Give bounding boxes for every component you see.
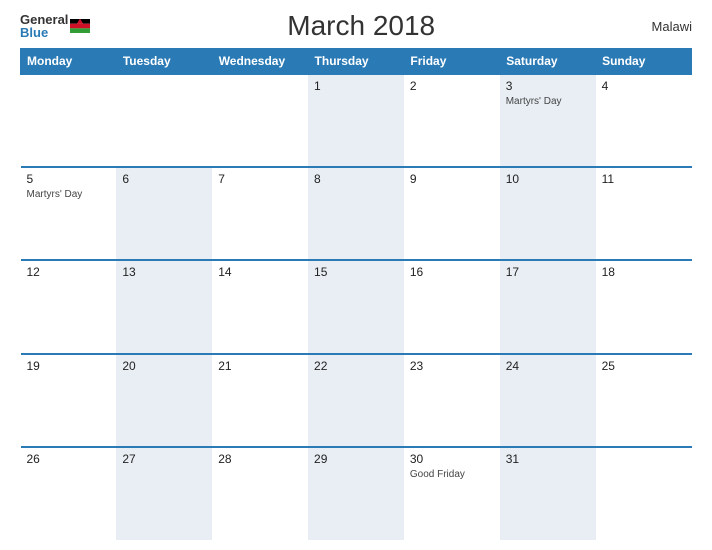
calendar-cell: 10	[500, 167, 596, 260]
calendar-cell: 4	[596, 74, 692, 167]
cell-date-number: 7	[218, 172, 302, 186]
cell-date-number: 1	[314, 79, 398, 93]
logo: General Blue	[20, 13, 90, 39]
calendar-cell: 17	[500, 260, 596, 353]
cell-date-number: 18	[602, 265, 686, 279]
cell-date-number: 4	[602, 79, 686, 93]
calendar-week-5: 26 27 28 29 30 Good Friday 31	[21, 447, 692, 540]
calendar-cell: 2	[404, 74, 500, 167]
day-header-thursday: Thursday	[308, 49, 404, 75]
cell-date-number: 29	[314, 452, 398, 466]
cell-date-number: 12	[27, 265, 111, 279]
day-header-wednesday: Wednesday	[212, 49, 308, 75]
calendar-cell: 3 Martyrs' Day	[500, 74, 596, 167]
cell-date-number: 25	[602, 359, 686, 373]
country-name: Malawi	[632, 19, 692, 34]
calendar-table: MondayTuesdayWednesdayThursdayFridaySatu…	[20, 48, 692, 540]
calendar-cell: 27	[116, 447, 212, 540]
cell-date-number: 26	[27, 452, 111, 466]
calendar-week-2: 5 Martyrs' Day 6789 10 11	[21, 167, 692, 260]
calendar-cell: 20	[116, 354, 212, 447]
cell-date-number: 10	[506, 172, 590, 186]
cell-date-number: 11	[602, 172, 686, 186]
logo-blue-text: Blue	[20, 26, 68, 39]
calendar-cell: 28	[212, 447, 308, 540]
calendar-cell: 6	[116, 167, 212, 260]
calendar-cell: 5 Martyrs' Day	[21, 167, 117, 260]
cell-date-number: 2	[410, 79, 494, 93]
calendar-cell: 23	[404, 354, 500, 447]
cell-date-number: 30	[410, 452, 494, 466]
day-header-saturday: Saturday	[500, 49, 596, 75]
calendar-week-1: 123 Martyrs' Day 4	[21, 74, 692, 167]
cell-date-number: 28	[218, 452, 302, 466]
calendar-cell	[212, 74, 308, 167]
calendar-cell: 22	[308, 354, 404, 447]
cell-date-number: 3	[506, 79, 590, 93]
calendar-cell: 26	[21, 447, 117, 540]
cell-date-number: 8	[314, 172, 398, 186]
cell-date-number: 16	[410, 265, 494, 279]
calendar-title: March 2018	[90, 10, 632, 42]
cell-date-number: 24	[506, 359, 590, 373]
calendar-cell: 8	[308, 167, 404, 260]
cell-event-label: Martyrs' Day	[27, 188, 111, 201]
calendar-cell: 11	[596, 167, 692, 260]
cell-date-number: 14	[218, 265, 302, 279]
calendar-cell: 18	[596, 260, 692, 353]
calendar-cell: 1	[308, 74, 404, 167]
calendar-week-3: 12 13 14 15 16 17 18	[21, 260, 692, 353]
calendar-cell: 12	[21, 260, 117, 353]
cell-date-number: 13	[122, 265, 206, 279]
cell-date-number: 15	[314, 265, 398, 279]
calendar-cell: 14	[212, 260, 308, 353]
cell-event-label: Martyrs' Day	[506, 95, 590, 108]
calendar-cell: 21	[212, 354, 308, 447]
calendar-cell: 16	[404, 260, 500, 353]
cell-date-number: 23	[410, 359, 494, 373]
day-header-friday: Friday	[404, 49, 500, 75]
cell-date-number: 31	[506, 452, 590, 466]
cell-date-number: 17	[506, 265, 590, 279]
calendar-cell: 29	[308, 447, 404, 540]
day-header-monday: Monday	[21, 49, 117, 75]
calendar-cell: 31	[500, 447, 596, 540]
calendar-cell	[596, 447, 692, 540]
calendar-cell: 9	[404, 167, 500, 260]
calendar-cell: 24	[500, 354, 596, 447]
cell-date-number: 20	[122, 359, 206, 373]
calendar-cell: 19	[21, 354, 117, 447]
calendar-header-row: MondayTuesdayWednesdayThursdayFridaySatu…	[21, 49, 692, 75]
top-bar: General Blue March 2018 Malawi	[20, 10, 692, 42]
calendar-cell: 30 Good Friday	[404, 447, 500, 540]
calendar-cell: 25	[596, 354, 692, 447]
day-header-sunday: Sunday	[596, 49, 692, 75]
cell-date-number: 22	[314, 359, 398, 373]
calendar-cell: 13	[116, 260, 212, 353]
logo-flag-icon	[70, 19, 90, 33]
calendar-cell	[116, 74, 212, 167]
cell-date-number: 6	[122, 172, 206, 186]
cell-date-number: 5	[27, 172, 111, 186]
calendar-week-4: 19 20 21 22 23 24 25	[21, 354, 692, 447]
cell-date-number: 27	[122, 452, 206, 466]
calendar-cell: 7	[212, 167, 308, 260]
cell-date-number: 19	[27, 359, 111, 373]
cell-event-label: Good Friday	[410, 468, 494, 481]
day-header-tuesday: Tuesday	[116, 49, 212, 75]
calendar-cell: 15	[308, 260, 404, 353]
calendar-cell	[21, 74, 117, 167]
cell-date-number: 9	[410, 172, 494, 186]
cell-date-number: 21	[218, 359, 302, 373]
